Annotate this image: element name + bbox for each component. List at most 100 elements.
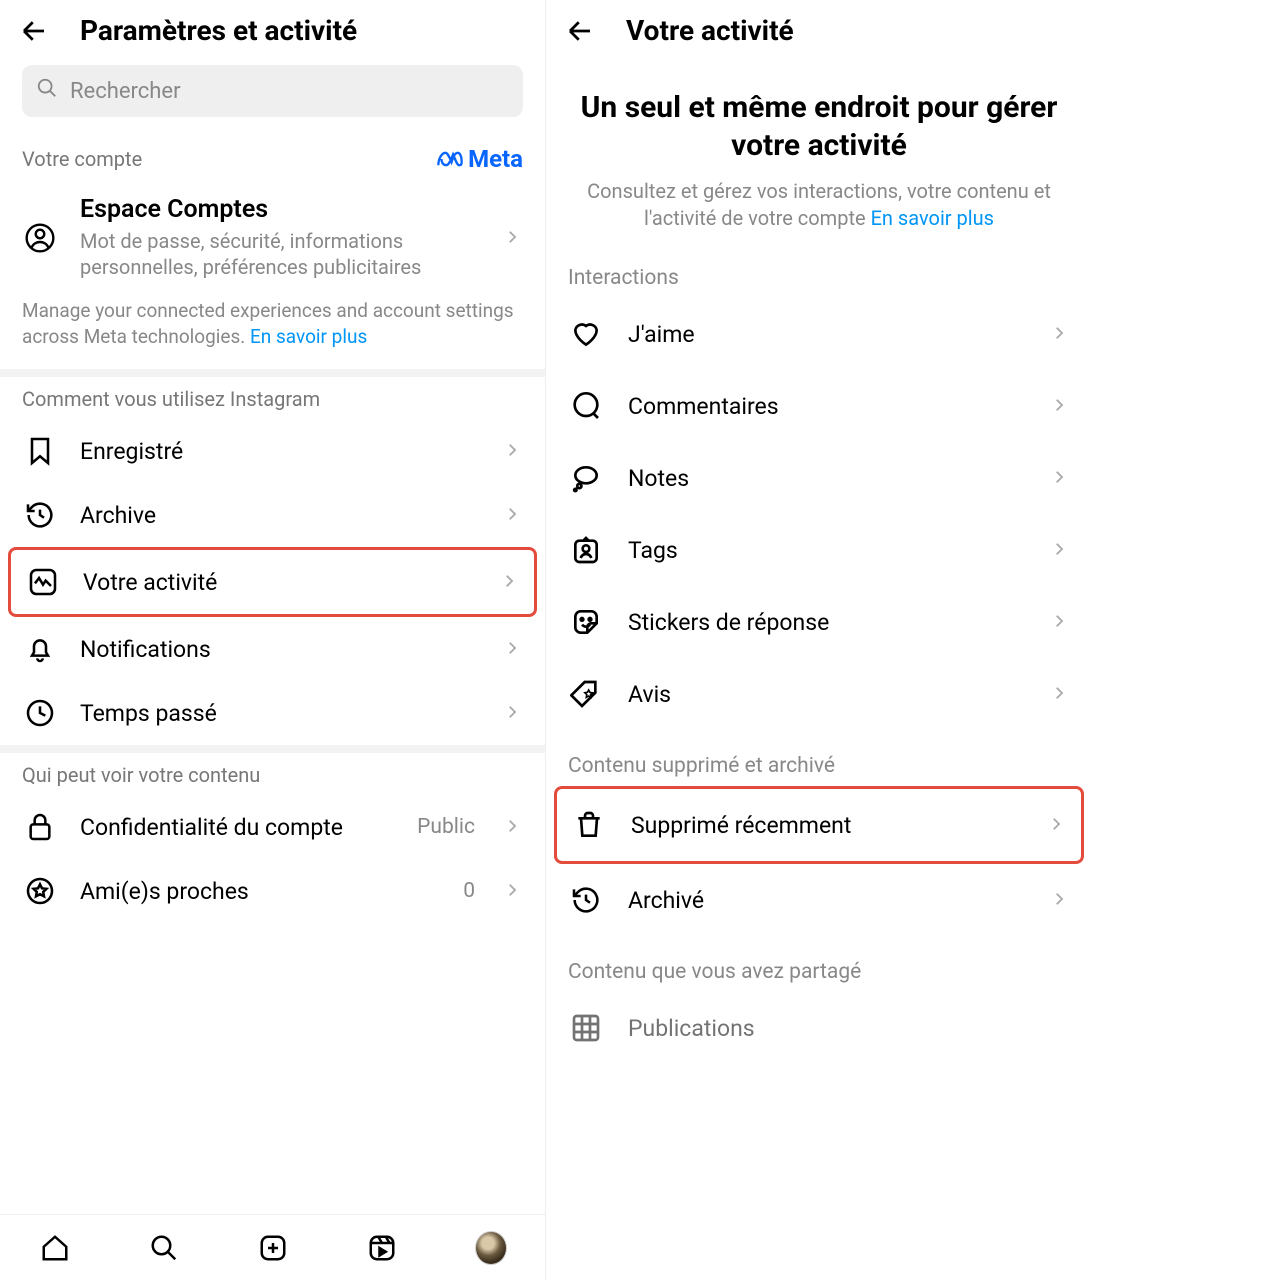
chevron-right-icon — [503, 639, 523, 659]
row-comments[interactable]: Commentaires — [546, 370, 1092, 442]
meta-text: Meta — [468, 145, 523, 173]
row-archive[interactable]: Archive — [0, 483, 545, 547]
activity-icon — [25, 564, 61, 600]
clock-icon — [22, 695, 58, 731]
header: Votre activité — [546, 0, 1092, 65]
row-reviews[interactable]: Avis — [546, 658, 1092, 730]
accounts-title: Espace Comptes — [80, 195, 481, 224]
chevron-right-icon — [1050, 612, 1070, 632]
chevron-right-icon — [503, 703, 523, 723]
chevron-right-icon — [500, 572, 520, 592]
chevron-right-icon — [503, 228, 523, 248]
thought-icon — [568, 460, 604, 496]
accounts-sub: Mot de passe, sécurité, informations per… — [80, 228, 481, 280]
row-privacy[interactable]: Confidentialité du compte Public — [0, 795, 545, 859]
row-label: Notifications — [80, 636, 481, 663]
row-label: Stickers de réponse — [628, 609, 1026, 636]
nav-search-icon[interactable] — [148, 1232, 180, 1264]
search-icon — [36, 77, 58, 105]
divider — [0, 369, 545, 377]
row-recently-deleted[interactable]: Supprimé récemment — [554, 786, 1084, 864]
user-circle-icon — [22, 220, 58, 256]
section-usage: Comment vous utilisez Instagram — [0, 377, 545, 419]
activity-pane: Votre activité Un seul et même endroit p… — [546, 0, 1092, 1280]
row-label: J'aime — [628, 321, 1026, 348]
row-body: Espace Comptes Mot de passe, sécurité, i… — [80, 195, 481, 280]
chevron-right-icon — [503, 441, 523, 461]
chevron-right-icon — [1050, 890, 1070, 910]
section-deleted: Contenu supprimé et archivé — [546, 730, 1092, 786]
bottom-nav — [0, 1214, 545, 1280]
archive-icon — [22, 497, 58, 533]
search-placeholder: Rechercher — [70, 79, 181, 104]
row-tags[interactable]: Tags — [546, 514, 1092, 586]
back-arrow-icon[interactable] — [564, 15, 596, 47]
settings-pane: Paramètres et activité Rechercher Votre … — [0, 0, 546, 1280]
hero-sub: Consultez et gérez vos interactions, vot… — [576, 178, 1062, 232]
hero: Un seul et même endroit pour gérer votre… — [546, 65, 1092, 242]
sticker-icon — [568, 604, 604, 640]
chevron-right-icon — [503, 817, 523, 837]
comment-icon — [568, 388, 604, 424]
section-interactions: Interactions — [546, 242, 1092, 298]
row-label: Publications — [628, 1015, 1070, 1042]
search-input[interactable]: Rechercher — [22, 65, 523, 117]
bookmark-icon — [22, 433, 58, 469]
star-circle-icon — [22, 873, 58, 909]
section-shared: Contenu que vous avez partagé — [546, 936, 1092, 992]
row-notes[interactable]: Notes — [546, 442, 1092, 514]
row-close-friends[interactable]: Ami(e)s proches 0 — [0, 859, 545, 923]
archive-icon — [568, 882, 604, 918]
row-notifications[interactable]: Notifications — [0, 617, 545, 681]
nav-reels-icon[interactable] — [366, 1232, 398, 1264]
chevron-right-icon — [1050, 540, 1070, 560]
accounts-center-row[interactable]: Espace Comptes Mot de passe, sécurité, i… — [0, 181, 545, 294]
chevron-right-icon — [1047, 815, 1067, 835]
nav-profile-avatar[interactable] — [475, 1232, 507, 1264]
avatar — [475, 1231, 507, 1265]
row-meta: Public — [417, 815, 475, 839]
row-label: Temps passé — [80, 700, 481, 727]
row-saved[interactable]: Enregistré — [0, 419, 545, 483]
nav-home-icon[interactable] — [39, 1232, 71, 1264]
row-likes[interactable]: J'aime — [546, 298, 1092, 370]
row-label: Notes — [628, 465, 1026, 492]
section-label: Qui peut voir votre contenu — [22, 763, 260, 787]
chevron-right-icon — [503, 881, 523, 901]
back-arrow-icon[interactable] — [18, 15, 50, 47]
search-wrap: Rechercher — [0, 65, 545, 135]
tag-person-icon — [568, 532, 604, 568]
row-sticker-replies[interactable]: Stickers de réponse — [546, 586, 1092, 658]
page-title: Paramètres et activité — [80, 14, 357, 47]
row-time-spent[interactable]: Temps passé — [0, 681, 545, 745]
bell-icon — [22, 631, 58, 667]
footnote-link[interactable]: En savoir plus — [250, 325, 367, 348]
row-your-activity[interactable]: Votre activité — [8, 547, 537, 617]
footnote: Manage your connected experiences and ac… — [0, 294, 545, 369]
row-publications[interactable]: Publications — [546, 992, 1092, 1046]
nav-create-icon[interactable] — [257, 1232, 289, 1264]
chevron-right-icon — [1050, 396, 1070, 416]
section-label: Votre compte — [22, 147, 142, 171]
row-label: Tags — [628, 537, 1026, 564]
row-label: Enregistré — [80, 438, 481, 465]
row-label: Supprimé récemment — [631, 812, 1023, 839]
chevron-right-icon — [1050, 468, 1070, 488]
divider — [0, 745, 545, 753]
tag-star-icon — [568, 676, 604, 712]
header: Paramètres et activité — [0, 0, 545, 65]
hero-link[interactable]: En savoir plus — [871, 206, 994, 230]
chevron-right-icon — [1050, 684, 1070, 704]
trash-icon — [571, 807, 607, 843]
grid-icon — [568, 1010, 604, 1046]
section-label: Comment vous utilisez Instagram — [22, 387, 320, 411]
hero-title: Un seul et même endroit pour gérer votre… — [576, 89, 1062, 164]
lock-icon — [22, 809, 58, 845]
row-label: Archive — [80, 502, 481, 529]
row-label: Archivé — [628, 887, 1026, 914]
row-label: Votre activité — [83, 569, 478, 596]
row-archived[interactable]: Archivé — [546, 864, 1092, 936]
chevron-right-icon — [503, 505, 523, 525]
page-title: Votre activité — [626, 14, 794, 47]
chevron-right-icon — [1050, 324, 1070, 344]
